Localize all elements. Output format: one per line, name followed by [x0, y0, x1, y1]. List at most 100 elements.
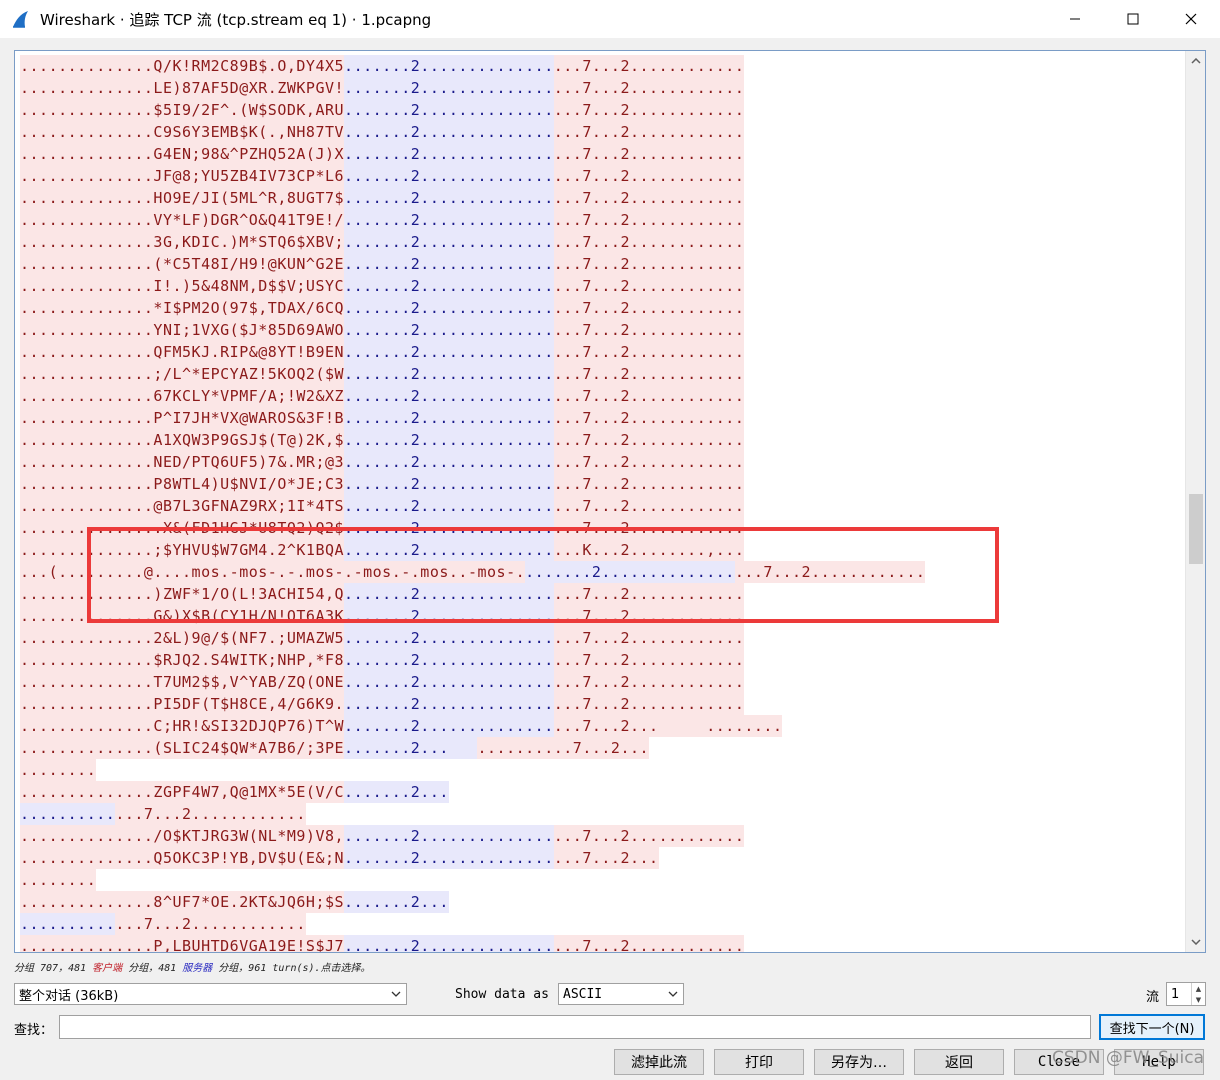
- server-data-segment[interactable]: .......2..............: [344, 715, 554, 737]
- find-input[interactable]: [59, 1015, 1091, 1039]
- server-data-segment[interactable]: .......2...: [344, 737, 478, 759]
- client-data-segment[interactable]: ..........7...2...: [477, 737, 650, 759]
- server-data-segment[interactable]: .......2..............: [344, 429, 554, 451]
- client-data-segment[interactable]: ............../O$KTJRG3W(NL*M9)V8,: [20, 825, 345, 847]
- stream-line[interactable]: ..............P^I7JH*VX@WAROS&3F!B......…: [20, 407, 925, 429]
- client-data-segment[interactable]: ...7...2............: [553, 385, 745, 407]
- client-data-segment[interactable]: ...7...2............: [553, 253, 745, 275]
- stream-content-pane[interactable]: ..............Q/K!RM2C89B$.O,DY4X5......…: [14, 50, 1206, 953]
- server-data-segment[interactable]: .......2..............: [344, 297, 554, 319]
- client-data-segment[interactable]: ..............P8WTL4)U$NVI/O*JE;C3: [20, 473, 345, 495]
- stream-line[interactable]: ..............NED/PTQ6UF5)7&.MR;@3......…: [20, 451, 925, 473]
- client-data-segment[interactable]: ..............LE)87AF5D@XR.ZWKPGV!: [20, 77, 345, 99]
- client-data-segment[interactable]: ...7...2............: [553, 935, 745, 952]
- client-data-segment[interactable]: ..............P^I7JH*VX@WAROS&3F!B: [20, 407, 345, 429]
- client-data-segment[interactable]: ...7...2............: [553, 627, 745, 649]
- server-data-segment[interactable]: .......2..............: [344, 605, 554, 627]
- minimize-button[interactable]: [1046, 0, 1104, 38]
- server-data-segment[interactable]: .......2..............: [344, 473, 554, 495]
- client-data-segment[interactable]: ..............(*C5T48I/H9!@KUN^G2E: [20, 253, 345, 275]
- server-data-segment[interactable]: .......2..............: [344, 99, 554, 121]
- client-data-segment[interactable]: ........: [20, 759, 97, 781]
- spin-up-icon[interactable]: ▲: [1192, 983, 1205, 994]
- client-data-segment[interactable]: ...(.........@....mos.-mos-.-.mos-.-mos.…: [20, 561, 526, 583]
- server-data-segment[interactable]: .......2..............: [344, 165, 554, 187]
- server-data-segment[interactable]: .......2..............: [344, 385, 554, 407]
- client-data-segment[interactable]: ..............QFM5KJ.RIP&@8YT!B9EN: [20, 341, 345, 363]
- stream-line[interactable]: ..............G&)X$B(CY1H/N!OT6A3K......…: [20, 605, 925, 627]
- client-data-segment[interactable]: ...7...2............: [734, 561, 926, 583]
- client-data-segment[interactable]: ...7...2............: [553, 825, 745, 847]
- server-data-segment[interactable]: .......2..............: [344, 451, 554, 473]
- server-data-segment[interactable]: .......2..............: [344, 187, 554, 209]
- client-data-segment[interactable]: ..............YNI;1VXG($J*85D69AWO: [20, 319, 345, 341]
- stream-line[interactable]: ..............$5I9/2F^.(W$SODK,ARU......…: [20, 99, 925, 121]
- server-data-segment[interactable]: .......2..............: [344, 121, 554, 143]
- client-data-segment[interactable]: ...7...2............: [115, 803, 306, 825]
- client-data-segment[interactable]: ...7...2............: [553, 583, 745, 605]
- find-next-button[interactable]: 查找下一个(N): [1099, 1014, 1205, 1040]
- server-data-segment[interactable]: .......2..............: [344, 341, 554, 363]
- server-data-segment[interactable]: .......2..............: [344, 253, 554, 275]
- client-data-segment[interactable]: ...7...2...: [553, 847, 659, 869]
- client-data-segment[interactable]: ..............NED/PTQ6UF5)7&.MR;@3: [20, 451, 345, 473]
- client-data-segment[interactable]: ..............$RJQ2.S4WITK;NHP,*F8: [20, 649, 345, 671]
- print-button[interactable]: 打印: [714, 1049, 804, 1075]
- client-data-segment[interactable]: ..............ZGPF4W7,Q@1MX*5E(V/C: [20, 781, 345, 803]
- client-data-segment[interactable]: ...7...2............: [553, 429, 745, 451]
- client-data-segment[interactable]: ...7...2............: [553, 363, 745, 385]
- show-data-as-select[interactable]: ASCII: [558, 983, 684, 1005]
- vertical-scrollbar[interactable]: [1185, 51, 1205, 952]
- stream-line[interactable]: ..............I!.)5&48NM,D$$V;USYC......…: [20, 275, 925, 297]
- stream-line[interactable]: ...............X&(FD1HGJ*U8TQ2)Q2$......…: [20, 517, 925, 539]
- client-data-segment[interactable]: ..............A1XQW3P9GSJ$(T@)2K,$: [20, 429, 345, 451]
- client-data-segment[interactable]: ..............VY*LF)DGR^O&Q41T9E!/: [20, 209, 345, 231]
- server-data-segment[interactable]: .......2..............: [344, 649, 554, 671]
- client-data-segment[interactable]: ...7...2............: [553, 451, 745, 473]
- client-data-segment[interactable]: ...7...2............: [553, 319, 745, 341]
- stream-line[interactable]: ..............;/L^*EPCYAZ!5KOQ2($W......…: [20, 363, 925, 385]
- server-data-segment[interactable]: .......2..............: [344, 407, 554, 429]
- stream-line[interactable]: ..............PI5DF(T$H8CE,4/G6K9.......…: [20, 693, 925, 715]
- server-data-segment[interactable]: .......2...: [344, 891, 449, 913]
- client-data-segment[interactable]: ..............*I$PM2O(97$,TDAX/6CQ: [20, 297, 345, 319]
- stream-line[interactable]: ..............G4EN;98&^PZHQ52A(J)X......…: [20, 143, 925, 165]
- stream-line[interactable]: ..............Q/K!RM2C89B$.O,DY4X5......…: [20, 55, 925, 77]
- conversation-select[interactable]: 整个对话 (36kB): [14, 983, 407, 1005]
- stream-line[interactable]: ...(.........@....mos.-mos-.-.mos-.-mos.…: [20, 561, 926, 583]
- client-data-segment[interactable]: ...7...2............: [553, 165, 745, 187]
- server-data-segment[interactable]: ..........: [20, 803, 116, 825]
- stream-line[interactable]: ..............ZGPF4W7,Q@1MX*5E(V/C......…: [20, 781, 925, 803]
- server-data-segment[interactable]: .......2..............: [344, 55, 554, 77]
- server-data-segment[interactable]: .......2..............: [344, 495, 554, 517]
- client-data-segment[interactable]: ...7...2............: [115, 913, 306, 935]
- stream-line[interactable]: ..............2&L)9@/$(NF7.;UMAZW5......…: [20, 627, 925, 649]
- client-data-segment[interactable]: ..............T7UM2$$,V^YAB/ZQ(ONE: [20, 671, 345, 693]
- maximize-button[interactable]: [1104, 0, 1162, 38]
- client-data-segment[interactable]: ..............P,LBUHTD6VGA19E!S$J7: [20, 935, 345, 952]
- client-data-segment[interactable]: ...7...2............: [553, 671, 745, 693]
- client-data-segment[interactable]: ..............$5I9/2F^.(W$SODK,ARU: [20, 99, 345, 121]
- client-data-segment[interactable]: ...7...2............: [553, 649, 745, 671]
- client-data-segment[interactable]: ...K...2........,...: [553, 539, 745, 561]
- client-data-segment[interactable]: ...7...2............: [553, 605, 745, 627]
- server-data-segment[interactable]: .......2..............: [344, 935, 554, 952]
- client-data-segment[interactable]: ...7...2............: [553, 517, 745, 539]
- stream-lines[interactable]: ..............Q/K!RM2C89B$.O,DY4X5......…: [20, 55, 926, 952]
- client-data-segment[interactable]: ..............I!.)5&48NM,D$$V;USYC: [20, 275, 345, 297]
- server-data-segment[interactable]: .......2..............: [344, 693, 554, 715]
- client-data-segment[interactable]: ..............(SLIC24$QW*A7B6/;3PE: [20, 737, 345, 759]
- client-data-segment[interactable]: ...7...2............: [553, 275, 745, 297]
- stream-line[interactable]: ..............T7UM2$$,V^YAB/ZQ(ONE......…: [20, 671, 925, 693]
- client-data-segment[interactable]: ...............X&(FD1HGJ*U8TQ2)Q2$: [20, 517, 345, 539]
- stream-line[interactable]: ..............P8WTL4)U$NVI/O*JE;C3......…: [20, 473, 925, 495]
- server-data-segment[interactable]: .......2..............: [525, 561, 735, 583]
- stream-line[interactable]: ..............LE)87AF5D@XR.ZWKPGV!......…: [20, 77, 925, 99]
- stream-line[interactable]: ........: [20, 869, 925, 891]
- client-data-segment[interactable]: ...7...2............: [553, 693, 745, 715]
- server-data-segment[interactable]: .......2..............: [344, 275, 554, 297]
- client-data-segment[interactable]: ..............Q5OKC3P!YB,DV$U(E&;N: [20, 847, 345, 869]
- stream-line[interactable]: ..............(*C5T48I/H9!@KUN^G2E......…: [20, 253, 925, 275]
- back-button[interactable]: 返回: [914, 1049, 1004, 1075]
- client-data-segment[interactable]: ..............2&L)9@/$(NF7.;UMAZW5: [20, 627, 345, 649]
